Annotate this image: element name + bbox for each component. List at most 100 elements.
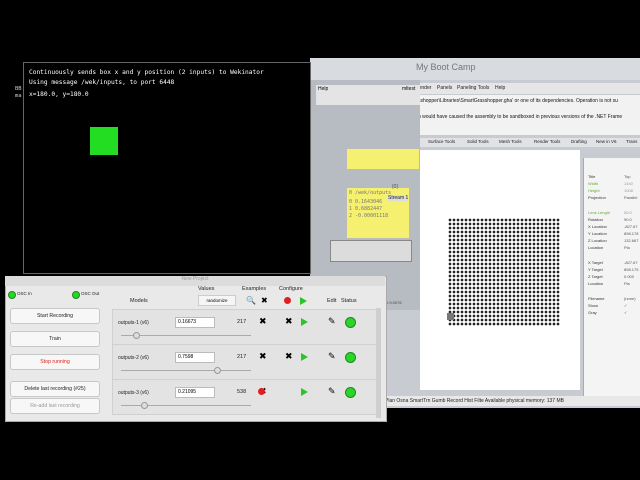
record-button-icon[interactable] — [258, 388, 265, 395]
show-checkbox[interactable]: ✓ — [624, 303, 627, 308]
prop-value[interactable]: Top — [624, 174, 630, 179]
model-slider-knob[interactable] — [214, 367, 221, 374]
prop-label: Y Target — [588, 267, 603, 272]
prop-value[interactable]: 50.0 — [624, 210, 632, 215]
tab-surface-tools[interactable]: Surface Tools — [428, 139, 455, 144]
play-all-icon[interactable] — [300, 297, 307, 305]
delete-last-recording-button[interactable]: Delete last recording (#25) — [10, 381, 100, 397]
model-slider-knob[interactable] — [133, 332, 140, 339]
menu-paneling-tools[interactable]: Paneling Tools — [457, 85, 489, 91]
model-slider-knob[interactable] — [141, 402, 148, 409]
osc-out-indicator — [72, 291, 80, 299]
prop-label: Location — [588, 245, 604, 250]
prop-label: Z Target — [588, 274, 603, 279]
record-toggle-icon[interactable]: ✖ — [285, 317, 293, 326]
prop-value[interactable]: Pla — [624, 245, 630, 250]
play-toggle-icon[interactable] — [301, 318, 308, 326]
model-name: outputs-1 (v6) — [118, 320, 149, 326]
start-recording-button[interactable]: Start Recording — [10, 308, 100, 324]
point-grid — [448, 218, 560, 326]
prop-value[interactable]: 1440 — [624, 181, 633, 186]
tab-trans[interactable]: Trans — [626, 139, 637, 144]
gh-panel-empty[interactable] — [346, 148, 420, 170]
tab-drafting[interactable]: Drafting — [571, 139, 587, 144]
gh-panel-tag: {0} — [392, 184, 399, 190]
prop-label: Projection — [588, 195, 606, 200]
model-value-field[interactable]: 0.21095 — [175, 387, 215, 398]
prop-value[interactable]: 132.667 — [624, 238, 638, 243]
prop-value[interactable]: 898.175 — [624, 267, 638, 272]
strip-text: ma — [15, 93, 22, 99]
values-header: Values — [198, 286, 215, 292]
record-all-icon[interactable] — [284, 297, 291, 304]
prop-label: Gray — [588, 310, 597, 315]
gh-stream-label: Stream 1 — [388, 195, 409, 201]
menu-panels[interactable]: Panels — [437, 85, 452, 91]
prop-value[interactable]: (none) — [624, 296, 636, 301]
edit-pencil-icon[interactable]: ✎ — [328, 352, 336, 361]
selected-point[interactable] — [447, 313, 454, 320]
gh-panel-header: 0 /wek/outputs — [349, 190, 392, 196]
prop-value[interactable]: -827.67 — [624, 260, 638, 265]
model-slider-track[interactable] — [121, 370, 251, 371]
rhino-title-bar: My Boot Camp — [310, 58, 640, 80]
prop-label: Show — [588, 303, 599, 308]
play-toggle-icon[interactable] — [301, 388, 308, 396]
stop-running-button[interactable]: Stop running — [10, 354, 100, 370]
gh-panel-line: 0 0.1643046 — [349, 199, 383, 205]
gh-component[interactable] — [330, 240, 412, 262]
prop-value[interactable]: 1008 — [624, 188, 633, 193]
tab-mesh-tools[interactable]: Mesh Tools — [499, 139, 522, 144]
model-name: outputs-3 (v6) — [118, 390, 149, 396]
prop-value[interactable]: -827.67 — [624, 224, 638, 229]
tab-new-in-v6[interactable]: New in V6 — [596, 139, 617, 144]
play-toggle-icon[interactable] — [301, 353, 308, 361]
gray-checkbox[interactable]: ✓ — [624, 310, 627, 315]
model-slider-track[interactable] — [121, 335, 251, 336]
model-value-field[interactable]: 0.7598 — [175, 352, 215, 363]
delete-examples-icon[interactable]: ✖ — [259, 317, 267, 326]
prop-value[interactable]: Pla — [624, 281, 630, 286]
draggable-box[interactable] — [90, 127, 118, 155]
train-button[interactable]: Train — [10, 331, 100, 347]
prop-label: X Target — [588, 260, 603, 265]
prop-label: Title — [588, 174, 596, 179]
prop-label: Rotation — [588, 217, 603, 222]
record-toggle-icon[interactable]: ✖ — [285, 352, 293, 361]
edit-pencil-icon[interactable]: ✎ — [328, 387, 336, 396]
model-name: outputs-2 (v6) — [118, 355, 149, 361]
readd-last-recording-button[interactable]: Re-add last recording — [10, 398, 100, 414]
sketch-coords: x=180.0, y=180.0 — [29, 91, 89, 98]
properties-panel: Title Top Width 1440 Height 1008 Projection… — [583, 158, 640, 398]
examples-header: Examples — [242, 286, 267, 292]
strip-text: BB — [15, 86, 22, 92]
model-value-field[interactable]: 0.16673 — [175, 317, 215, 328]
gh-menu-help[interactable]: Help — [318, 86, 328, 92]
gh-panel-line: 1 0.6882447 — [349, 206, 383, 212]
tab-solid-tools[interactable]: Solid Tools — [467, 139, 489, 144]
randomize-button[interactable]: randomize — [198, 295, 236, 306]
search-icon[interactable]: 🔍 — [246, 296, 256, 305]
prop-value[interactable]: 0.000 — [624, 274, 634, 279]
menu-help[interactable]: Help — [495, 85, 505, 91]
status-header: Status — [341, 298, 357, 304]
models-header: Models — [130, 298, 148, 304]
model-status-indicator — [345, 387, 356, 398]
processing-sketch-window[interactable]: Continuously sends box x and y position … — [23, 62, 311, 274]
rhino-window-title: My Boot Camp — [416, 62, 476, 72]
tab-render-tools[interactable]: Render Tools — [534, 139, 560, 144]
model-example-count: 217 — [237, 319, 247, 325]
rhino-menu-bar: Render Panels Paneling Tools Help — [415, 83, 640, 94]
edit-pencil-icon[interactable]: ✎ — [328, 317, 336, 326]
delete-examples-icon[interactable]: ✖ — [259, 352, 267, 361]
terminal-left-strip: BB ma — [0, 80, 23, 110]
model-example-count: 538 — [237, 389, 247, 395]
delete-all-icon[interactable]: ✖ — [261, 296, 268, 305]
prop-label: Lens Length — [588, 210, 611, 215]
prop-value[interactable]: Parallel — [624, 195, 637, 200]
configure-header: Configure — [279, 286, 303, 292]
model-row: outputs-1 (v6) 0.16673 217 ✖ ✖ ✎ — [112, 309, 380, 345]
prop-value[interactable]: 90.0 — [624, 217, 632, 222]
models-scrollbar[interactable] — [376, 308, 381, 418]
prop-value[interactable]: 898.178 — [624, 231, 638, 236]
